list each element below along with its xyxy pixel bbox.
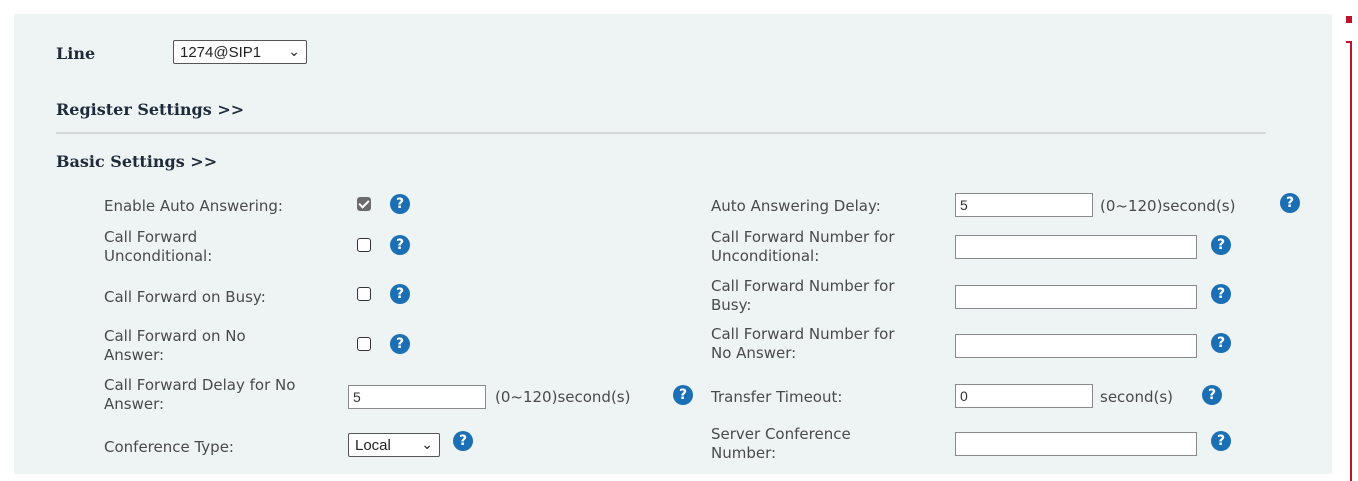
auto-answer-checkbox[interactable] bbox=[357, 197, 371, 211]
cf-unconditional-checkbox[interactable] bbox=[357, 238, 371, 252]
cf-number-no-answer-label-line2: No Answer: bbox=[711, 344, 797, 362]
cf-delay-label-line2: Answer: bbox=[104, 395, 165, 413]
help-icon[interactable]: ? bbox=[390, 235, 410, 255]
red-corner-mark bbox=[1346, 16, 1352, 23]
auto-answer-delay-label: Auto Answering Delay: bbox=[711, 197, 881, 215]
cf-number-no-answer-label: Call Forward Number for No Answer: bbox=[711, 325, 895, 363]
cf-no-answer-label-line1: Call Forward on No bbox=[104, 327, 246, 345]
auto-answer-delay-unit: (0~120)second(s) bbox=[1100, 197, 1236, 215]
help-icon[interactable]: ? bbox=[453, 431, 473, 451]
cf-unconditional-label-line2: Unconditional: bbox=[104, 247, 213, 265]
server-conference-number-label: Server Conference Number: bbox=[711, 425, 851, 463]
chevron-down-icon: ⌄ bbox=[421, 436, 433, 452]
basic-settings-link[interactable]: Basic Settings >> bbox=[56, 152, 217, 171]
line-select[interactable]: 1274@SIP1 ⌄ bbox=[173, 40, 307, 64]
cf-number-unconditional-input[interactable] bbox=[955, 235, 1197, 259]
help-icon[interactable]: ? bbox=[673, 385, 693, 405]
help-icon[interactable]: ? bbox=[1211, 235, 1231, 255]
cf-unconditional-label: Call Forward Unconditional: bbox=[104, 228, 212, 266]
conference-type-select[interactable]: Local ⌄ bbox=[348, 433, 440, 457]
red-border-line bbox=[1350, 41, 1352, 481]
section-divider bbox=[56, 132, 1266, 134]
transfer-timeout-input[interactable] bbox=[955, 384, 1093, 408]
cf-delay-label: Call Forward Delay for No Answer: bbox=[104, 376, 295, 414]
help-icon[interactable]: ? bbox=[390, 284, 410, 304]
cf-number-unconditional-label-line2: Unconditional: bbox=[711, 247, 820, 265]
cf-number-unconditional-label-line1: Call Forward Number for bbox=[711, 228, 895, 246]
cf-number-busy-label: Call Forward Number for Busy: bbox=[711, 277, 895, 315]
auto-answer-label: Enable Auto Answering: bbox=[104, 197, 283, 215]
cf-delay-unit: (0~120)second(s) bbox=[495, 388, 631, 406]
line-select-value: 1274@SIP1 bbox=[180, 43, 262, 61]
transfer-timeout-label: Transfer Timeout: bbox=[711, 388, 843, 406]
cf-delay-input[interactable] bbox=[348, 385, 486, 409]
line-label: Line bbox=[56, 44, 96, 63]
cf-no-answer-checkbox[interactable] bbox=[357, 337, 371, 351]
cf-busy-label: Call Forward on Busy: bbox=[104, 288, 266, 306]
cf-unconditional-label-line1: Call Forward bbox=[104, 228, 198, 246]
help-icon[interactable]: ? bbox=[1211, 431, 1231, 451]
cf-no-answer-label: Call Forward on No Answer: bbox=[104, 327, 246, 365]
conference-type-value: Local bbox=[355, 436, 391, 454]
cf-number-busy-label-line2: Busy: bbox=[711, 296, 752, 314]
help-icon[interactable]: ? bbox=[1202, 385, 1222, 405]
help-icon[interactable]: ? bbox=[390, 334, 410, 354]
register-settings-link[interactable]: Register Settings >> bbox=[56, 100, 244, 119]
cf-number-busy-input[interactable] bbox=[955, 285, 1197, 309]
transfer-timeout-unit: second(s) bbox=[1100, 388, 1174, 406]
cf-number-unconditional-label: Call Forward Number for Unconditional: bbox=[711, 228, 895, 266]
cf-delay-label-line1: Call Forward Delay for No bbox=[104, 376, 296, 394]
conference-type-label: Conference Type: bbox=[104, 438, 234, 456]
help-icon[interactable]: ? bbox=[1280, 193, 1300, 213]
chevron-down-icon: ⌄ bbox=[288, 43, 300, 59]
help-icon[interactable]: ? bbox=[1211, 333, 1231, 353]
server-conference-number-label-line1: Server Conference bbox=[711, 425, 851, 443]
cf-number-no-answer-input[interactable] bbox=[955, 334, 1197, 358]
cf-number-busy-label-line1: Call Forward Number for bbox=[711, 277, 895, 295]
cf-number-no-answer-label-line1: Call Forward Number for bbox=[711, 325, 895, 343]
help-icon[interactable]: ? bbox=[1211, 284, 1231, 304]
help-icon[interactable]: ? bbox=[390, 194, 410, 214]
cf-no-answer-label-line2: Answer: bbox=[104, 346, 165, 364]
auto-answer-delay-input[interactable] bbox=[955, 193, 1093, 217]
server-conference-number-label-line2: Number: bbox=[711, 444, 777, 462]
server-conference-number-input[interactable] bbox=[955, 432, 1197, 456]
cf-busy-checkbox[interactable] bbox=[357, 287, 371, 301]
